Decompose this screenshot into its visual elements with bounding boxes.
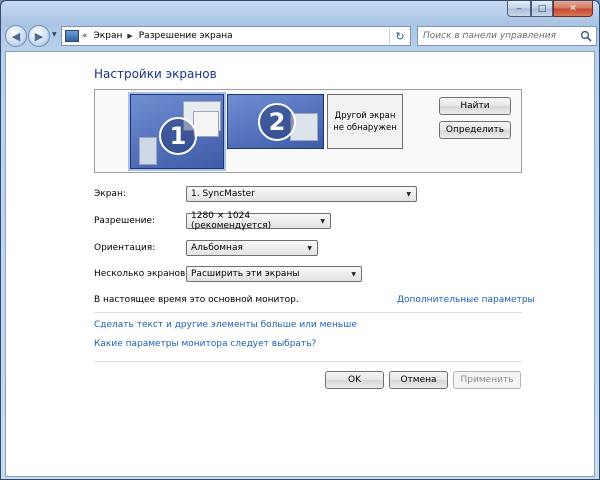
breadcrumb-separator-icon[interactable]: ▶ [127, 32, 132, 40]
undetected-line-1: Другой экран [334, 110, 396, 121]
breadcrumb-screen-resolution[interactable]: Разрешение экрана [139, 31, 233, 41]
multiple-displays-select[interactable]: Расширить эти экраны ▼ [186, 266, 362, 282]
screen-select[interactable]: 1. SyncMaster ▼ [186, 186, 417, 202]
resolution-select[interactable]: 1280 × 1024 (рекомендуется) ▼ [186, 211, 331, 231]
undetected-line-2: не обнаружен [333, 122, 397, 133]
orientation-label: Ориентация: [94, 243, 156, 253]
maximize-button[interactable]: □ [531, 1, 553, 17]
monitor-1[interactable]: 1 [128, 92, 226, 171]
screen-select-value: 1. SyncMaster [191, 189, 255, 199]
apply-button[interactable]: Применить [453, 371, 521, 389]
monitor-2[interactable]: 2 [227, 94, 324, 149]
main-content: Настройки экранов 1 2 Другой экран не об… [5, 51, 595, 477]
primary-monitor-status: В настоящее время это основной монитор. [94, 295, 299, 305]
refresh-button[interactable]: ↻ [389, 26, 411, 46]
search-icon[interactable] [580, 30, 592, 42]
forward-button[interactable]: ▶ [28, 25, 50, 47]
monitor-number-badge: 2 [258, 103, 296, 141]
back-button[interactable]: ◀ [5, 25, 27, 47]
chevron-down-icon: ▼ [351, 271, 356, 278]
find-button[interactable]: Найти [439, 97, 511, 115]
chevron-down-icon: ▼ [406, 191, 411, 198]
monitor-number-badge: 1 [159, 117, 197, 155]
monitor-settings-help-link[interactable]: Какие параметры монитора следует выбрать… [94, 339, 316, 349]
orientation-select[interactable]: Альбомная ▼ [186, 240, 318, 256]
page-title: Настройки экранов [94, 67, 217, 81]
control-panel-window: ‒ □ ✕ ◀ ▶ ▼ « Экран ▶ Разрешение экрана … [0, 0, 600, 480]
identify-button[interactable]: Определить [439, 121, 511, 139]
minimize-button[interactable]: ‒ [507, 1, 531, 17]
display-control-panel-icon [65, 30, 79, 42]
resolution-select-value: 1280 × 1024 (рекомендуется) [191, 211, 272, 231]
undetected-monitor-label: Другой экран не обнаружен [333, 110, 397, 134]
address-overflow-chevron[interactable]: « [82, 31, 88, 41]
text-size-link[interactable]: Сделать текст и другие элементы больше и… [94, 320, 357, 330]
multiple-displays-label: Несколько экранов: [94, 269, 189, 279]
search-input[interactable] [418, 31, 578, 41]
address-bar[interactable]: « Экран ▶ Разрешение экрана ▼ [61, 26, 411, 46]
divider [94, 312, 522, 313]
orientation-select-value: Альбомная [191, 243, 243, 253]
close-button[interactable]: ✕ [553, 1, 593, 17]
multiple-displays-select-value: Расширить эти экраны [191, 269, 300, 279]
undetected-monitor[interactable]: Другой экран не обнаружен [327, 94, 403, 149]
cancel-button[interactable]: Отмена [389, 371, 448, 389]
window-controls: ‒ □ ✕ [507, 1, 593, 17]
desktop-window-thumbnail [139, 137, 157, 165]
resolution-label: Разрешение: [94, 216, 156, 226]
recent-pages-dropdown[interactable]: ▼ [52, 31, 57, 38]
advanced-settings-link[interactable]: Дополнительные параметры [397, 295, 535, 305]
screen-label: Экран: [94, 189, 126, 199]
chevron-down-icon: ▼ [307, 245, 312, 252]
search-box[interactable] [417, 26, 597, 46]
footer-divider [94, 361, 522, 362]
monitor-arrangement: 1 2 Другой экран не обнаружен Найти Опре… [94, 89, 522, 173]
breadcrumb-display[interactable]: Экран [94, 31, 123, 41]
ok-button[interactable]: OK [325, 371, 384, 389]
chevron-down-icon: ▼ [320, 218, 325, 225]
navigation-bar: ◀ ▶ ▼ « Экран ▶ Разрешение экрана ▼ ↻ [5, 23, 597, 49]
